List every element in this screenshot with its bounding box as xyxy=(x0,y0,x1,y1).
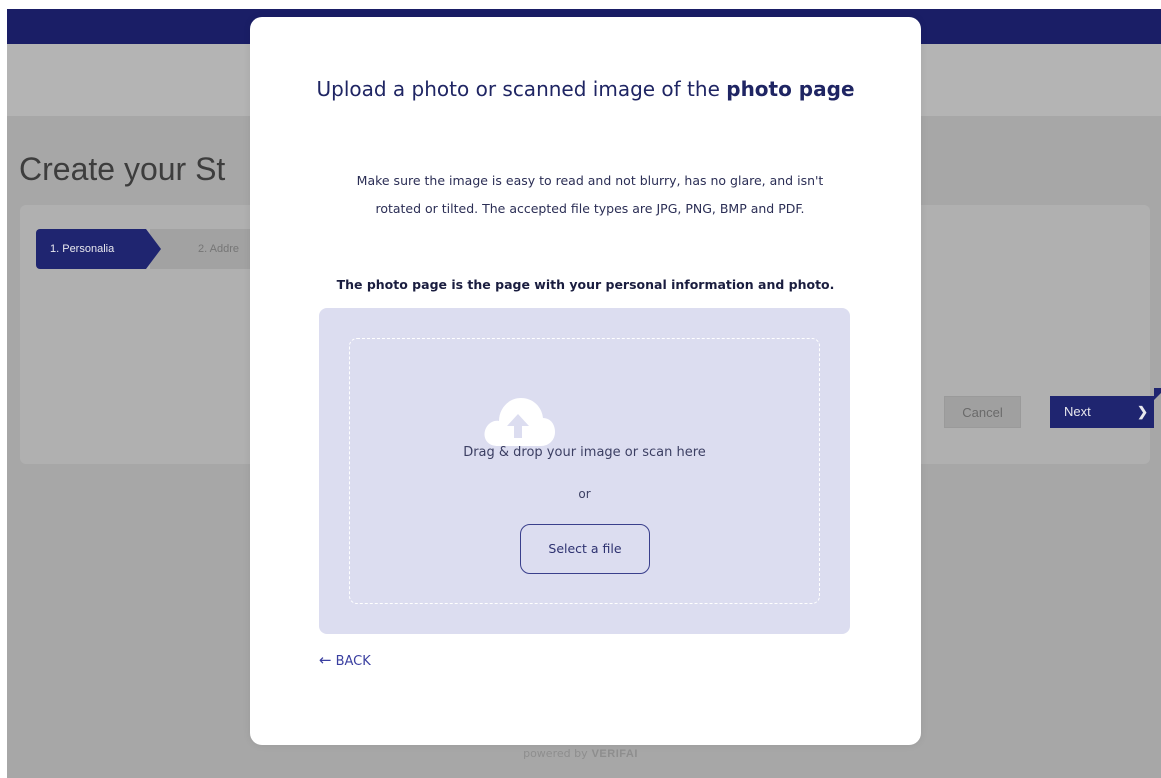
page-title: Create your St xyxy=(19,151,226,187)
next-button-tab xyxy=(1154,388,1161,400)
select-file-button[interactable]: Select a file xyxy=(520,524,650,574)
back-button[interactable]: ← BACK xyxy=(319,651,371,669)
drop-instruction: Drag & drop your image or scan here xyxy=(463,445,706,460)
step-personalia: 1. Personalia xyxy=(36,229,161,269)
upload-modal: Upload a photo or scanned image of the p… xyxy=(250,17,921,745)
powered-by-footer: powered by VERIFAI xyxy=(0,747,1161,760)
modal-title-prefix: Upload a photo or scanned image of the xyxy=(316,77,720,101)
chevron-right-icon: ❯ xyxy=(1137,404,1148,419)
next-button: Next ❯ xyxy=(1050,396,1154,428)
arrow-left-icon: ← xyxy=(319,651,332,669)
next-button-label: Next xyxy=(1064,404,1091,419)
file-dropzone[interactable] xyxy=(319,308,850,634)
cloud-upload-icon xyxy=(484,398,555,446)
back-label: BACK xyxy=(335,654,371,669)
brand-logo: VERIFAI xyxy=(591,748,638,760)
modal-title-emphasis: photo page xyxy=(726,77,855,101)
powered-by-text: powered by xyxy=(523,747,588,760)
modal-title: Upload a photo or scanned image of the p… xyxy=(250,77,921,101)
modal-description: Make sure the image is easy to read and … xyxy=(356,173,824,216)
or-separator: or xyxy=(578,487,591,501)
cancel-button: Cancel xyxy=(944,396,1021,428)
photo-page-hint: The photo page is the page with your per… xyxy=(336,277,835,292)
